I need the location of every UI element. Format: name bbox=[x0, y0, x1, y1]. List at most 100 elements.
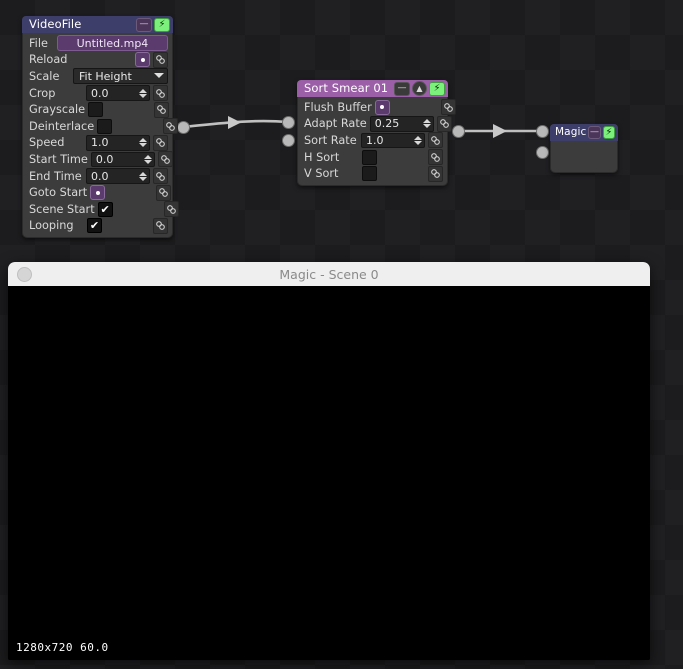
row-v-sort: V Sort bbox=[298, 165, 447, 182]
row-h-sort: H Sort bbox=[298, 149, 447, 166]
speed-value: 1.0 bbox=[91, 136, 109, 150]
preview-screen[interactable]: 1280x720 60.0 bbox=[8, 286, 650, 660]
minimize-icon[interactable]: — bbox=[136, 17, 152, 32]
link-chain-icon[interactable] bbox=[153, 51, 168, 68]
link-chain-icon[interactable] bbox=[436, 115, 452, 132]
bolt-icon[interactable]: ⚡ bbox=[429, 81, 445, 96]
sort-rate-value: 1.0 bbox=[366, 133, 384, 147]
row-crop: Crop 0.0 bbox=[23, 85, 172, 102]
row-label: Sort Rate bbox=[304, 133, 357, 147]
row-label: Deinterlace bbox=[29, 119, 95, 133]
link-chain-icon[interactable] bbox=[163, 201, 179, 218]
node-sortsmear-body: Flush Buffer Adapt Rate 0.25 Sort Rate 1… bbox=[297, 97, 456, 186]
port-sortsmear-out[interactable] bbox=[453, 126, 464, 137]
row-looping: Looping ✔ bbox=[23, 217, 172, 235]
preview-window-title: Magic - Scene 0 bbox=[279, 266, 379, 282]
crop-stepper[interactable] bbox=[139, 86, 147, 100]
preview-window[interactable]: Magic - Scene 0 1280x720 60.0 bbox=[8, 262, 650, 660]
link-chain-icon[interactable] bbox=[153, 134, 168, 151]
crop-number-input[interactable]: 0.0 bbox=[86, 85, 150, 101]
scene-start-checkbox[interactable]: ✔ bbox=[97, 201, 113, 217]
adapt-rate-number-input[interactable]: 0.25 bbox=[369, 116, 434, 132]
grayscale-checkbox[interactable] bbox=[88, 102, 104, 118]
minimize-icon[interactable]: — bbox=[394, 81, 410, 96]
file-path-field[interactable]: Untitled.mp4 bbox=[56, 35, 168, 52]
preview-titlebar[interactable]: Magic - Scene 0 bbox=[8, 262, 650, 287]
port-videofile-out[interactable] bbox=[178, 122, 189, 133]
row-label: Reload bbox=[29, 53, 68, 67]
row-label: Crop bbox=[29, 86, 56, 100]
node-sortsmear[interactable]: Sort Smear 01 — ▲ ⚡ Flush Buffer Adapt R… bbox=[297, 80, 456, 186]
end-time-number-input[interactable]: 0.0 bbox=[86, 168, 150, 184]
sort-rate-number-input[interactable]: 1.0 bbox=[361, 132, 425, 149]
node-magic-title: Magic bbox=[555, 126, 587, 138]
start-time-stepper[interactable] bbox=[143, 153, 152, 167]
link-chain-icon[interactable] bbox=[156, 184, 172, 201]
bolt-icon[interactable]: ⚡ bbox=[602, 126, 615, 139]
row-reload: Reload bbox=[23, 51, 172, 69]
end-time-value: 0.0 bbox=[91, 169, 109, 183]
bolt-icon[interactable]: ⚡ bbox=[154, 17, 170, 32]
node-videofile-titlebar[interactable]: VideoFile — ⚡ bbox=[22, 16, 173, 33]
link-chain-icon[interactable] bbox=[440, 99, 456, 116]
link-chain-icon[interactable] bbox=[154, 101, 170, 118]
row-speed: Speed 1.0 bbox=[23, 134, 172, 152]
chevron-down-icon bbox=[154, 73, 164, 79]
scale-select[interactable]: Fit Height bbox=[73, 68, 168, 85]
row-label: End Time bbox=[29, 169, 82, 183]
collapse-arrow-icon[interactable]: ▲ bbox=[412, 81, 427, 96]
link-chain-icon[interactable] bbox=[153, 168, 168, 185]
row-goto-start: Goto Start bbox=[23, 184, 172, 201]
node-videofile-body: File Untitled.mp4 Reload Scale Fit Heigh… bbox=[22, 33, 179, 239]
goto-start-button[interactable] bbox=[90, 185, 106, 201]
row-label: Scale bbox=[29, 69, 60, 83]
link-chain-icon[interactable] bbox=[153, 217, 168, 234]
node-sortsmear-title: Sort Smear 01 bbox=[304, 81, 389, 95]
minimize-icon[interactable]: — bbox=[588, 126, 601, 139]
node-magic-titlebar[interactable]: Magic — ⚡ bbox=[550, 124, 618, 141]
start-time-number-input[interactable]: 0.0 bbox=[90, 151, 155, 168]
link-chain-icon[interactable] bbox=[157, 151, 173, 168]
node-sortsmear-titlebar[interactable]: Sort Smear 01 — ▲ ⚡ bbox=[297, 80, 448, 97]
row-label: File bbox=[29, 36, 48, 50]
link-chain-icon[interactable] bbox=[428, 132, 443, 149]
port-sortsmear-in-1[interactable] bbox=[283, 117, 294, 128]
row-start-time: Start Time 0.0 bbox=[23, 151, 173, 168]
row-end-time: End Time 0.0 bbox=[23, 168, 172, 185]
node-videofile[interactable]: VideoFile — ⚡ File Untitled.mp4 Reload S… bbox=[22, 16, 179, 239]
reload-button[interactable] bbox=[135, 52, 150, 68]
link-chain-icon[interactable] bbox=[428, 165, 443, 182]
row-file: File Untitled.mp4 bbox=[23, 35, 172, 52]
row-scale: Scale Fit Height bbox=[23, 68, 172, 85]
v-sort-checkbox[interactable] bbox=[362, 166, 377, 182]
row-label: V Sort bbox=[304, 167, 339, 181]
port-magic-in-2[interactable] bbox=[537, 147, 548, 158]
port-magic-in-1[interactable] bbox=[537, 126, 548, 137]
row-scene-start: Scene Start ✔ bbox=[23, 201, 179, 218]
speed-stepper[interactable] bbox=[139, 136, 147, 150]
row-grayscale: Grayscale bbox=[23, 101, 172, 118]
row-flush-buffer: Flush Buffer bbox=[298, 99, 456, 116]
row-label: Grayscale bbox=[29, 103, 86, 117]
row-label: Start Time bbox=[29, 152, 88, 166]
row-label: Flush Buffer bbox=[304, 100, 372, 114]
link-chain-icon[interactable] bbox=[163, 118, 179, 135]
row-label: Scene Start bbox=[29, 202, 95, 216]
node-magic-body bbox=[550, 141, 618, 173]
row-sort-rate: Sort Rate 1.0 bbox=[298, 132, 447, 149]
end-time-stepper[interactable] bbox=[139, 169, 147, 183]
deinterlace-checkbox[interactable] bbox=[97, 118, 113, 134]
link-chain-icon[interactable] bbox=[153, 85, 168, 102]
h-sort-checkbox[interactable] bbox=[362, 149, 377, 165]
link-chain-icon[interactable] bbox=[428, 149, 443, 166]
adapt-rate-value: 0.25 bbox=[374, 117, 400, 131]
sort-rate-stepper[interactable] bbox=[414, 134, 422, 148]
flush-buffer-button[interactable] bbox=[374, 99, 390, 115]
row-label: H Sort bbox=[304, 150, 340, 164]
row-label: Speed bbox=[29, 136, 65, 150]
looping-checkbox[interactable]: ✔ bbox=[87, 218, 102, 234]
node-magic[interactable]: Magic — ⚡ bbox=[550, 124, 618, 173]
speed-number-input[interactable]: 1.0 bbox=[86, 135, 150, 151]
port-sortsmear-in-2[interactable] bbox=[283, 135, 294, 146]
adapt-rate-stepper[interactable] bbox=[422, 117, 431, 131]
